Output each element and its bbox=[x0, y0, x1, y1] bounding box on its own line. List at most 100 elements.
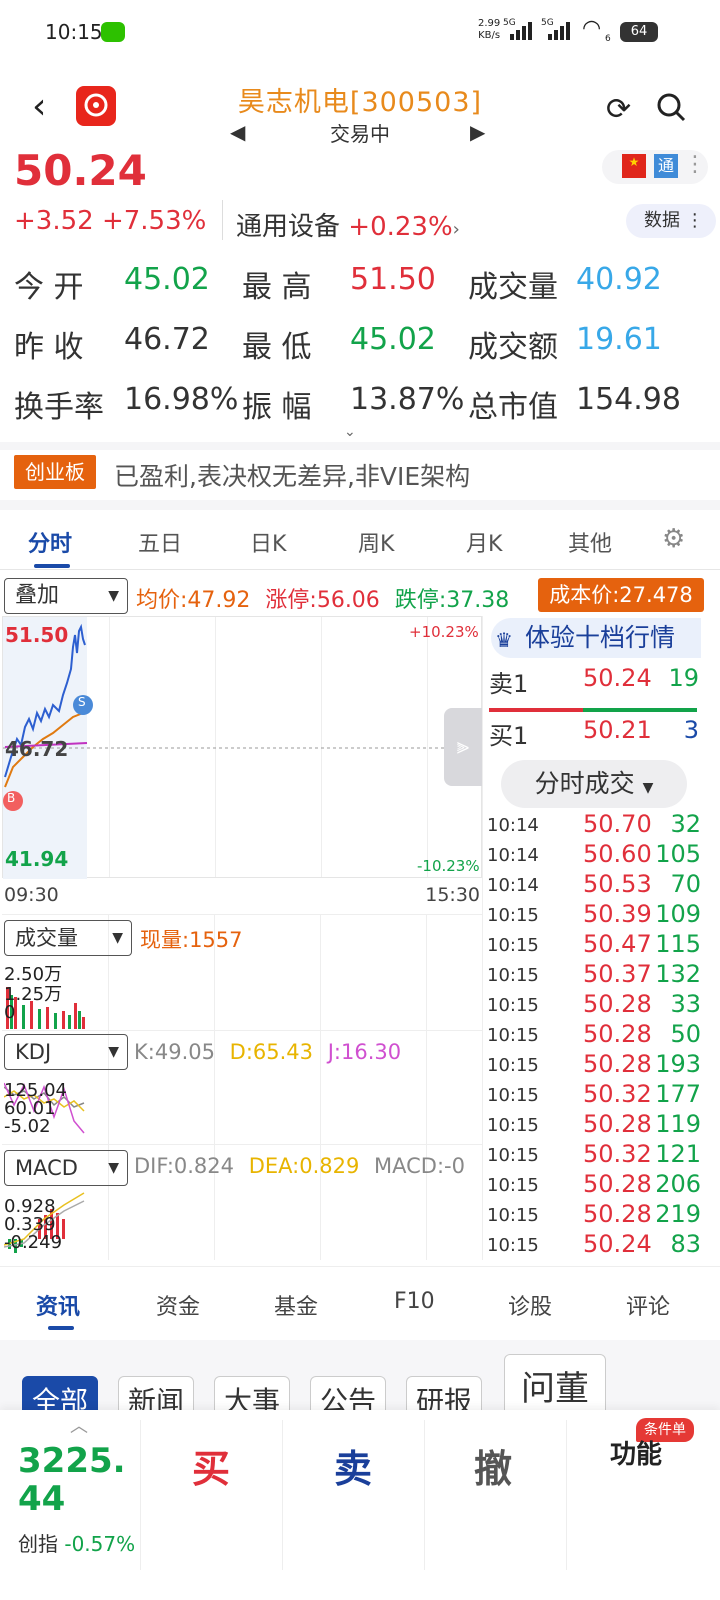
tick-volume: 33 bbox=[670, 990, 701, 1018]
y-mid: 46.72 bbox=[5, 737, 69, 761]
bottom-trade-bar: ︿ 3225.44 创指 -0.57% 买 卖 撤 条件单 功能 bbox=[0, 1410, 720, 1600]
tab-weekly-k[interactable]: 周K bbox=[358, 526, 394, 558]
tab-daily-k[interactable]: 日K bbox=[250, 526, 286, 558]
wifi-sub: 6 bbox=[605, 34, 611, 44]
tab-f10[interactable]: F10 bbox=[394, 1289, 435, 1314]
function-button[interactable]: 功能 bbox=[610, 1434, 662, 1471]
tick-row: 10:14 50.60 105 bbox=[487, 840, 701, 870]
wechat-notification-icon bbox=[101, 22, 125, 42]
search-icon[interactable] bbox=[656, 92, 686, 129]
tag-row[interactable]: 创业板 已盈利,表决权无差异,非VIE架构 bbox=[14, 455, 714, 491]
tick-volume: 193 bbox=[655, 1050, 701, 1078]
tab-funds[interactable]: 资金 bbox=[156, 1289, 200, 1321]
tick-time: 10:15 bbox=[487, 1115, 539, 1136]
tick-trades-button[interactable]: 分时成交 ▼ bbox=[501, 760, 687, 808]
y-low: 41.94 bbox=[5, 847, 69, 871]
avg-price: 均价:47.92 bbox=[136, 588, 251, 613]
buy-button[interactable]: 买 bbox=[192, 1438, 230, 1493]
tong-badge: 通 bbox=[654, 154, 678, 178]
kdj-select[interactable]: KDJ ▼ bbox=[4, 1034, 128, 1070]
collapse-handle-icon[interactable]: ⫸ bbox=[444, 708, 482, 786]
cancel-order-button[interactable]: 撤 bbox=[474, 1438, 512, 1493]
tab-other[interactable]: 其他 bbox=[568, 526, 612, 558]
gear-icon[interactable]: ⚙ bbox=[662, 524, 685, 554]
divider bbox=[222, 200, 223, 240]
low-value: 45.02 bbox=[350, 322, 436, 357]
period-tabs: 分时 五日 日K 周K 月K 其他 bbox=[0, 518, 720, 570]
wifi-icon: ◠ bbox=[582, 16, 602, 41]
tick-row: 10:15 50.28 33 bbox=[487, 990, 701, 1020]
volume-select[interactable]: 成交量 ▼ bbox=[4, 920, 132, 956]
vol-l3: 0 bbox=[4, 1002, 16, 1023]
stock-detail-screen: 10:15 2.99 KB/s 5G 5G ◠ 6 64 ‹ 昊志机电[30050… bbox=[0, 0, 720, 1600]
battery-icon: 64 bbox=[620, 22, 658, 42]
tick-time: 10:15 bbox=[487, 1055, 539, 1076]
tick-volume: 177 bbox=[655, 1080, 701, 1108]
tick-row: 10:15 50.32 177 bbox=[487, 1080, 701, 1110]
intraday-chart[interactable]: 51.50 46.72 41.94 +10.23% -10.23% B S bbox=[2, 616, 483, 879]
cost-price-badge[interactable]: 成本价:27.478 bbox=[538, 578, 704, 612]
tick-row: 10:15 50.39 109 bbox=[487, 900, 701, 930]
tick-price: 50.24 bbox=[583, 1230, 652, 1258]
sector-link[interactable]: 通用设备 +0.23%› bbox=[236, 206, 460, 243]
tick-time: 10:15 bbox=[487, 1085, 539, 1106]
tick-row: 10:14 50.70 32 bbox=[487, 810, 701, 840]
sell-button[interactable]: 卖 bbox=[334, 1438, 372, 1493]
tick-volume: 70 bbox=[670, 870, 701, 898]
more-icon[interactable]: ⋮ bbox=[684, 152, 706, 177]
tick-time: 10:14 bbox=[487, 815, 539, 836]
expand-chevron-icon[interactable]: ⌄ bbox=[344, 424, 356, 440]
tick-price: 50.28 bbox=[583, 1020, 652, 1048]
index-value[interactable]: 3225.44 bbox=[18, 1442, 138, 1518]
separator bbox=[0, 442, 720, 450]
tick-price: 50.28 bbox=[583, 990, 652, 1018]
tick-volume: 115 bbox=[655, 930, 701, 958]
tick-price: 50.28 bbox=[583, 1170, 652, 1198]
limit-info: 均价:47.92 涨停:56.06 跌停:37.38 bbox=[136, 582, 509, 614]
prev-value: 46.72 bbox=[124, 322, 210, 357]
tick-time: 10:14 bbox=[487, 845, 539, 866]
mcap-label: 总市值 bbox=[468, 390, 558, 425]
tab-fund[interactable]: 基金 bbox=[274, 1289, 318, 1321]
signal-bars-2-icon bbox=[548, 22, 570, 40]
tick-volume: 50 bbox=[670, 1020, 701, 1048]
vol-l2: 1.25万 bbox=[4, 984, 63, 1005]
tick-volume: 32 bbox=[670, 810, 701, 838]
amp-value: 13.87% bbox=[350, 382, 465, 417]
refresh-icon[interactable]: ⟳ bbox=[606, 92, 631, 127]
tick-volume: 119 bbox=[655, 1110, 701, 1138]
tab-5day[interactable]: 五日 bbox=[138, 526, 182, 558]
turn-label: 换手率 bbox=[14, 390, 104, 425]
macd-select[interactable]: MACD ▼ bbox=[4, 1150, 128, 1186]
tick-price: 50.47 bbox=[583, 930, 652, 958]
kdj-l1: 125.04 bbox=[4, 1080, 67, 1101]
data-button[interactable]: 数据 ⋮ bbox=[626, 204, 716, 238]
index-name: 创指 -0.57% bbox=[18, 1532, 136, 1556]
pct-low: -10.23% bbox=[417, 857, 480, 875]
tick-price: 50.53 bbox=[583, 870, 652, 898]
chevron-up-icon[interactable]: ︿ bbox=[70, 1412, 88, 1438]
pct-high: +10.23% bbox=[409, 623, 479, 641]
info-tabs: 资讯 资金 基金 F10 诊股 评论 bbox=[0, 1266, 720, 1330]
kdj-values: K:49.05 D:65.43 J:16.30 bbox=[134, 1040, 402, 1064]
tab-comments[interactable]: 评论 bbox=[626, 1289, 670, 1321]
tick-row: 10:15 50.28 50 bbox=[487, 1020, 701, 1050]
current-price: 50.24 bbox=[14, 146, 147, 195]
vol-l1: 2.50万 bbox=[4, 964, 63, 985]
tab-news[interactable]: 资讯 bbox=[36, 1289, 80, 1321]
level2-banner[interactable]: ♛ 体验十档行情 bbox=[491, 618, 701, 658]
tab-diagnose[interactable]: 诊股 bbox=[508, 1289, 552, 1321]
tick-volume: 109 bbox=[655, 900, 701, 928]
tick-time: 10:15 bbox=[487, 1025, 539, 1046]
bid-row: 买1 50.21 3 bbox=[489, 716, 699, 750]
overlay-select[interactable]: 叠加 ▼ bbox=[4, 578, 128, 614]
prev-label: 昨 收 bbox=[14, 330, 84, 365]
tick-price: 50.37 bbox=[583, 960, 652, 988]
tab-intraday[interactable]: 分时 bbox=[28, 526, 72, 558]
tick-row: 10:15 50.28 219 bbox=[487, 1200, 701, 1230]
tab-monthly-k[interactable]: 月K bbox=[466, 526, 502, 558]
next-stock-icon[interactable]: ▶ bbox=[470, 120, 485, 144]
net-speed: 2.99 KB/s bbox=[478, 18, 501, 41]
tick-price: 50.28 bbox=[583, 1200, 652, 1228]
tick-row: 10:15 50.28 193 bbox=[487, 1050, 701, 1080]
